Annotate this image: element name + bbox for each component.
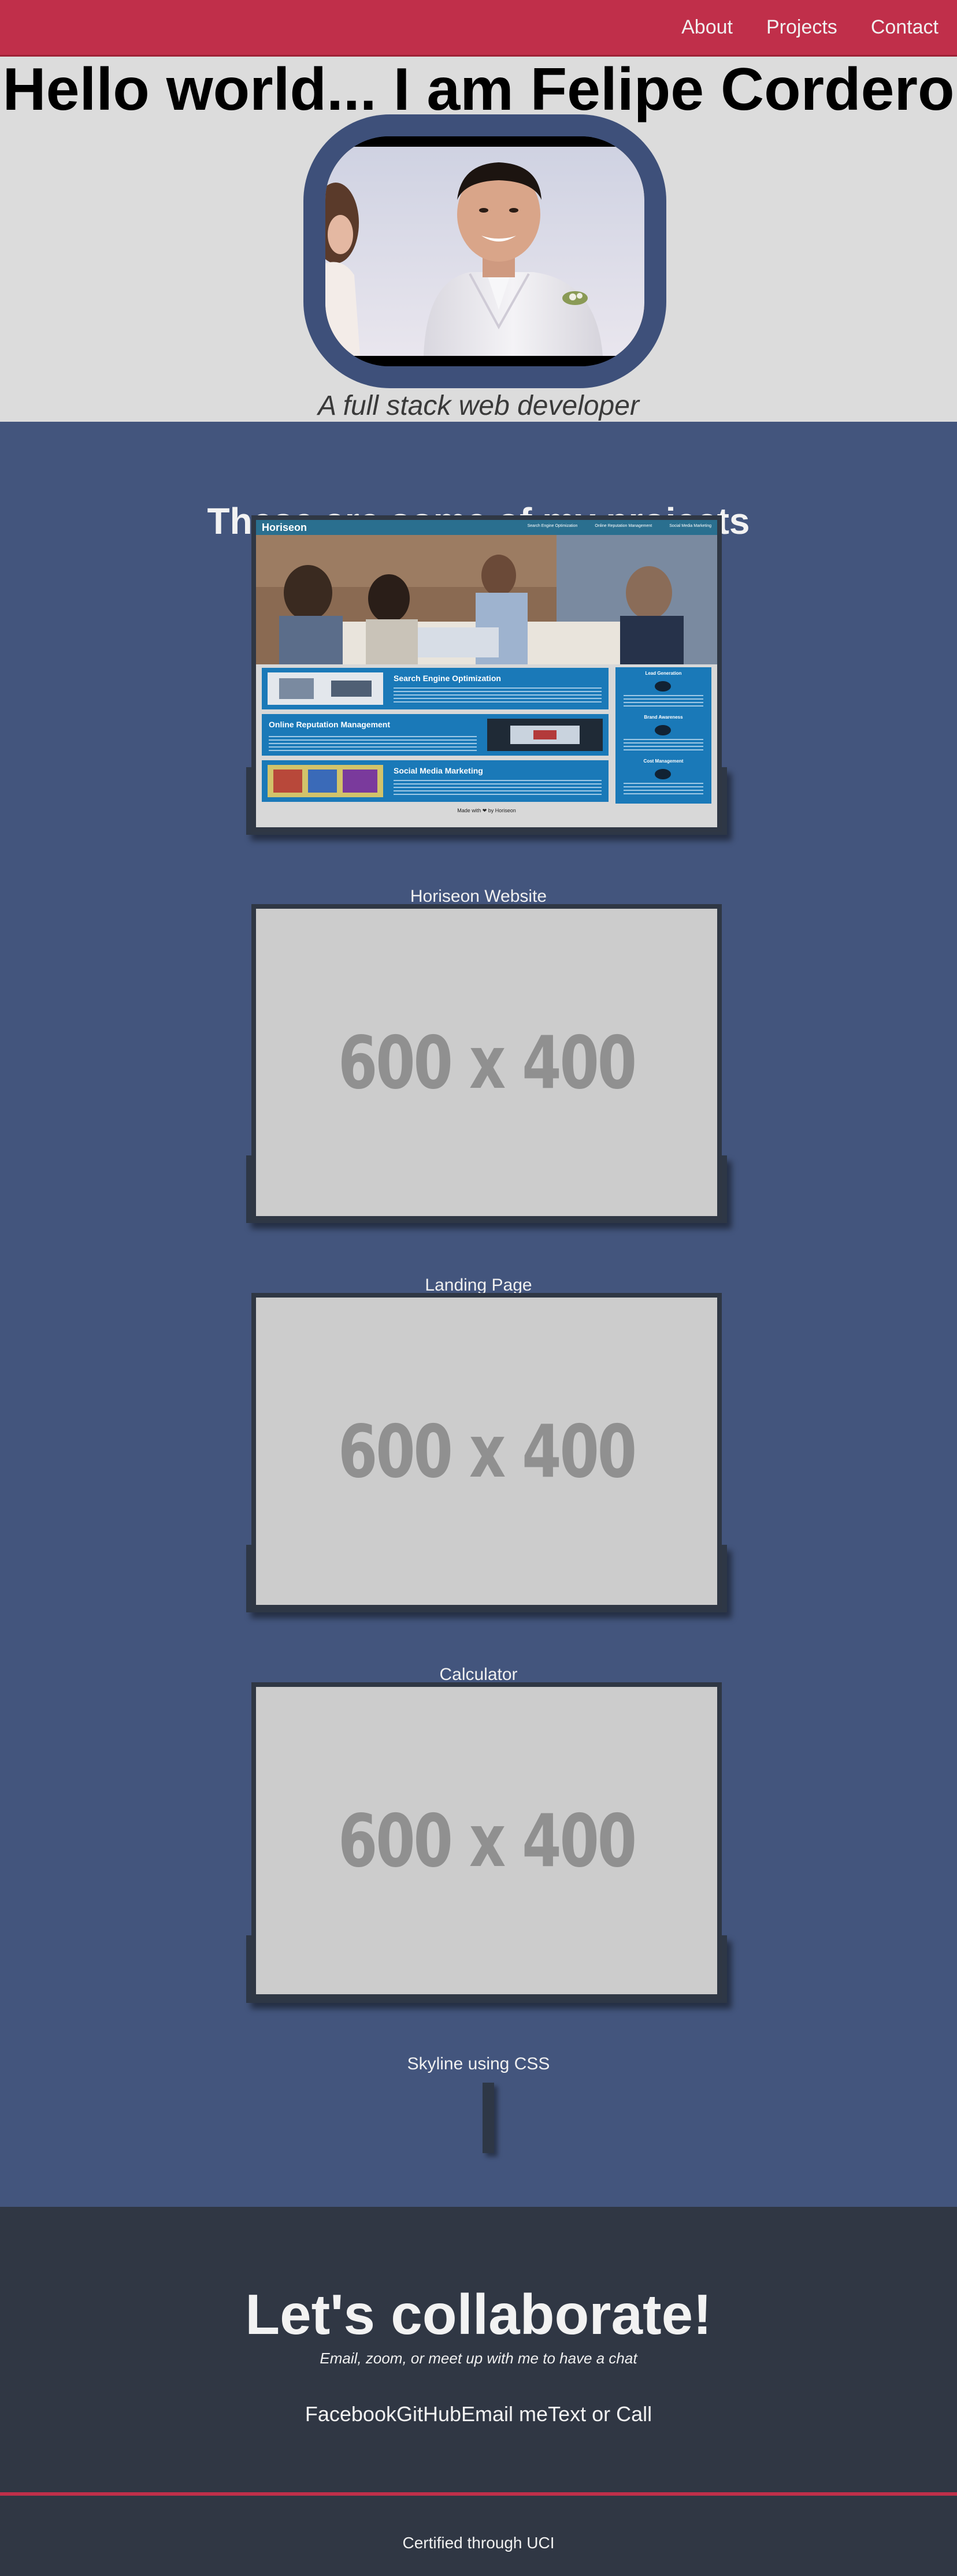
horiseon-section-image xyxy=(268,765,383,797)
horiseon-sidebar-text xyxy=(624,739,703,752)
placeholder-text: 600 x 400 xyxy=(337,1798,637,1883)
horiseon-nav-item: Social Media Marketing xyxy=(669,524,711,528)
nav-link-contact[interactable]: Contact xyxy=(871,16,939,39)
portrait-frame xyxy=(303,114,666,388)
horiseon-section-title: Search Engine Optimization xyxy=(394,674,501,683)
contact-links: FacebookGitHubEmail meText or Call xyxy=(0,2402,957,2426)
horiseon-section: Online Reputation Management xyxy=(262,714,609,756)
project-image-horiseon[interactable]: Horiseon Search Engine Optimization Onli… xyxy=(251,515,722,832)
horiseon-section-title: Social Media Marketing xyxy=(394,766,483,775)
facebook-link[interactable]: Facebook xyxy=(305,2402,396,2426)
horiseon-brand: Horiseon xyxy=(262,522,307,533)
horiseon-section-text xyxy=(394,780,602,795)
horiseon-sidebar: Lead Generation Brand Awareness Cost Man… xyxy=(615,667,711,804)
horiseon-nav-item: Search Engine Optimization xyxy=(527,524,578,528)
email-link[interactable]: Email me xyxy=(461,2402,548,2426)
profile-photo-illustration xyxy=(325,136,644,366)
horiseon-header: Horiseon Search Engine Optimization Onli… xyxy=(256,520,717,535)
placeholder-text: 600 x 400 xyxy=(337,1020,637,1105)
github-link[interactable]: GitHub xyxy=(396,2402,461,2426)
horiseon-section-image xyxy=(268,672,383,705)
footer-text: Certified through UCI xyxy=(402,2534,555,2552)
horiseon-nav: Search Engine Optimization Online Reputa… xyxy=(528,524,711,528)
cost-icon xyxy=(655,769,671,779)
projects-section: These are some of my projects Horiseon S… xyxy=(0,422,957,2207)
project-label[interactable]: Landing Page xyxy=(0,1276,957,1295)
collaborate-section: Let's collaborate! Email, zoom, or meet … xyxy=(0,2207,957,2492)
profile-photo xyxy=(325,136,644,366)
nav-link-about[interactable]: About xyxy=(681,16,733,39)
horiseon-footer: Made with ❤ by Horiseon xyxy=(457,808,516,813)
horiseon-sidebar-title: Brand Awareness xyxy=(644,715,683,720)
horiseon-section: Search Engine Optimization xyxy=(262,668,609,709)
brand-icon xyxy=(655,725,671,735)
horiseon-preview: Horiseon Search Engine Optimization Onli… xyxy=(256,520,717,827)
horiseon-section-title: Online Reputation Management xyxy=(269,720,391,729)
project-label[interactable]: Skyline using CSS xyxy=(0,2054,957,2074)
project-image-skyline[interactable]: 600 x 400 xyxy=(251,1682,722,1999)
text-call-link[interactable]: Text or Call xyxy=(548,2402,652,2426)
decorative-bar xyxy=(483,2083,494,2153)
collab-subtitle: Email, zoom, or meet up with me to have … xyxy=(320,2350,637,2367)
page-footer: Certified through UCI xyxy=(0,2492,957,2576)
project-label[interactable]: Horiseon Website xyxy=(0,887,957,906)
nav-link-projects[interactable]: Projects xyxy=(766,16,837,39)
lead-icon xyxy=(655,681,671,692)
hero-title: Hello world... I am Felipe Cordero xyxy=(2,56,955,123)
horiseon-section: Social Media Marketing xyxy=(262,760,609,802)
placeholder-text: 600 x 400 xyxy=(337,1408,637,1494)
project-label[interactable]: Calculator xyxy=(0,1665,957,1685)
horiseon-sidebar-title: Lead Generation xyxy=(645,671,682,676)
hero-subtitle: A full stack web developer xyxy=(318,391,639,421)
horiseon-sidebar-text xyxy=(624,783,703,796)
horiseon-section-text xyxy=(269,736,477,751)
nav-links: About Projects Contact xyxy=(681,16,939,39)
collab-title: Let's collaborate! xyxy=(245,2283,712,2346)
horiseon-hero-image xyxy=(256,535,717,664)
horiseon-section-text xyxy=(394,687,602,702)
horiseon-section-image xyxy=(487,719,603,751)
project-image-landing-page[interactable]: 600 x 400 xyxy=(251,904,722,1221)
horiseon-sidebar-title: Cost Management xyxy=(643,759,684,764)
top-nav: About Projects Contact xyxy=(0,0,957,57)
hero-section: Hello world... I am Felipe Cordero A ful… xyxy=(0,57,957,422)
project-image-calculator[interactable]: 600 x 400 xyxy=(251,1293,722,1609)
horiseon-sidebar-text xyxy=(624,695,703,708)
horiseon-nav-item: Online Reputation Management xyxy=(595,524,652,528)
